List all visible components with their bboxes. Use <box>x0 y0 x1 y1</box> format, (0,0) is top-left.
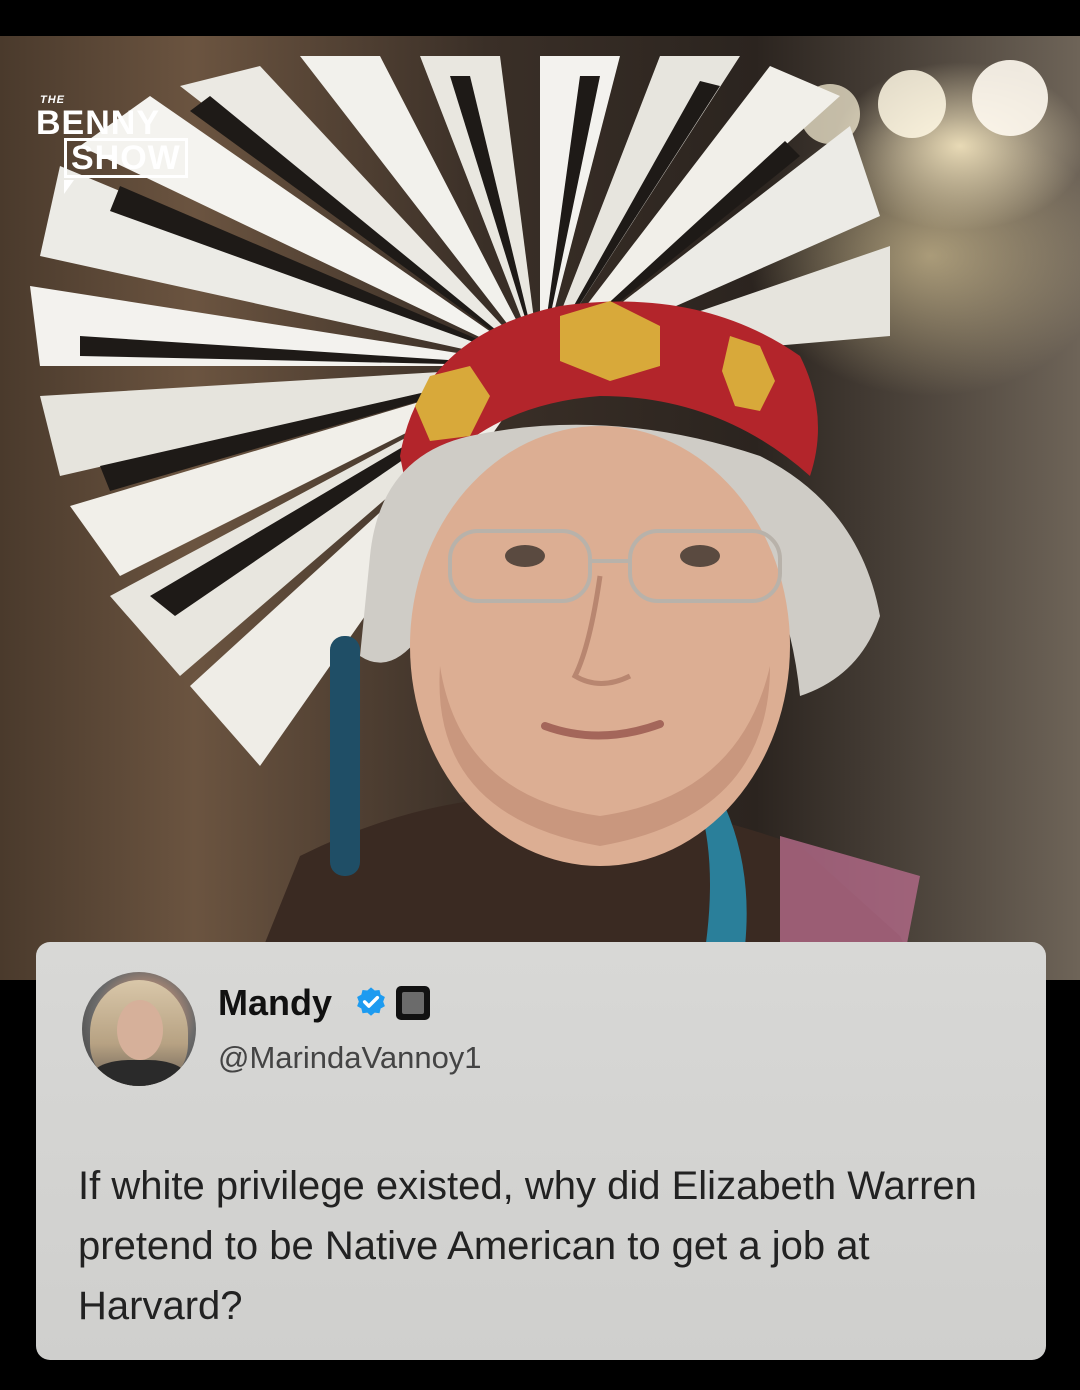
post-photo: THE BENNY SHOW <box>0 36 1080 980</box>
tweet-text: If white privilege existed, why did Eliz… <box>78 1164 977 1328</box>
affiliate-badge-image <box>402 992 424 1014</box>
logo-speech-tail <box>64 180 74 194</box>
avatar-face <box>117 1000 163 1060</box>
verified-check-icon <box>357 987 385 1016</box>
avatar-shirt <box>92 1060 186 1086</box>
logo-line-show: SHOW <box>64 138 188 178</box>
tweet-card: Mandy @MarindaVannoy1 If white privilege… <box>36 942 1046 1360</box>
user-handle[interactable]: @MarindaVannoy1 <box>218 1040 482 1076</box>
logo-line-benny: BENNY <box>36 104 161 142</box>
benny-show-logo: THE BENNY SHOW <box>34 94 214 204</box>
display-name[interactable]: Mandy <box>218 982 332 1024</box>
affiliate-badge-icon[interactable] <box>396 986 430 1020</box>
avatar[interactable] <box>82 972 196 1086</box>
